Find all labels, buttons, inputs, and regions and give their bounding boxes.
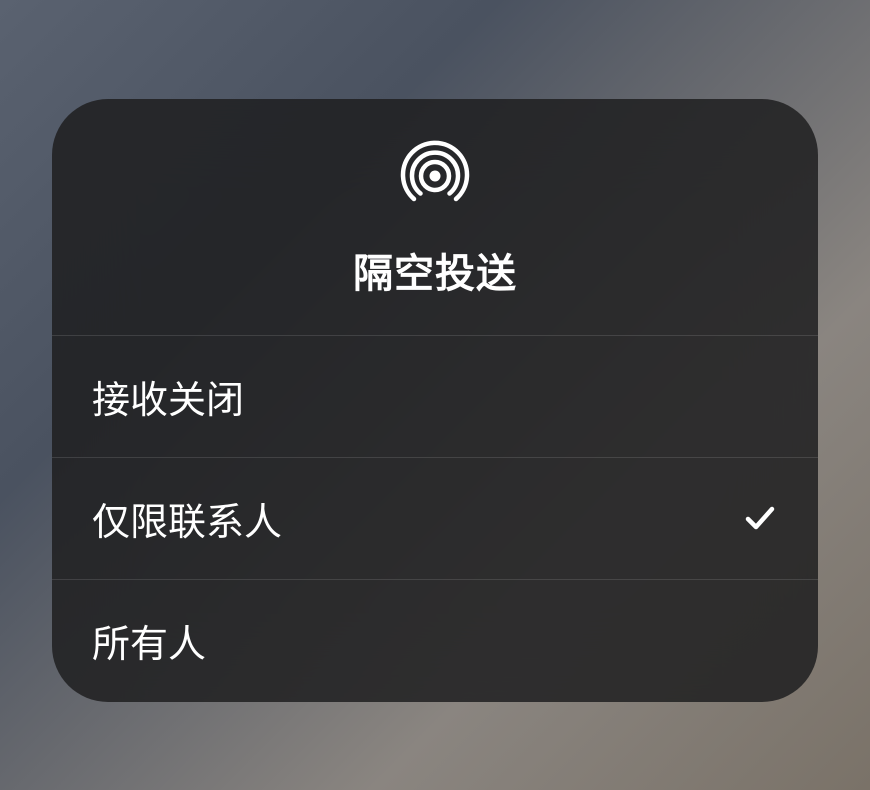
panel-header: 隔空投送	[52, 99, 818, 336]
option-contacts-only[interactable]: 仅限联系人	[52, 458, 818, 580]
checkmark-icon	[742, 500, 778, 536]
panel-title: 隔空投送	[353, 241, 517, 299]
airdrop-icon	[398, 139, 472, 213]
airdrop-panel: 隔空投送 接收关闭 仅限联系人 所有人	[52, 99, 818, 702]
option-label: 仅限联系人	[92, 491, 282, 546]
option-label: 接收关闭	[92, 369, 244, 424]
option-receiving-off[interactable]: 接收关闭	[52, 336, 818, 458]
options-list: 接收关闭 仅限联系人 所有人	[52, 336, 818, 702]
option-everyone[interactable]: 所有人	[52, 580, 818, 702]
option-label: 所有人	[92, 613, 206, 668]
